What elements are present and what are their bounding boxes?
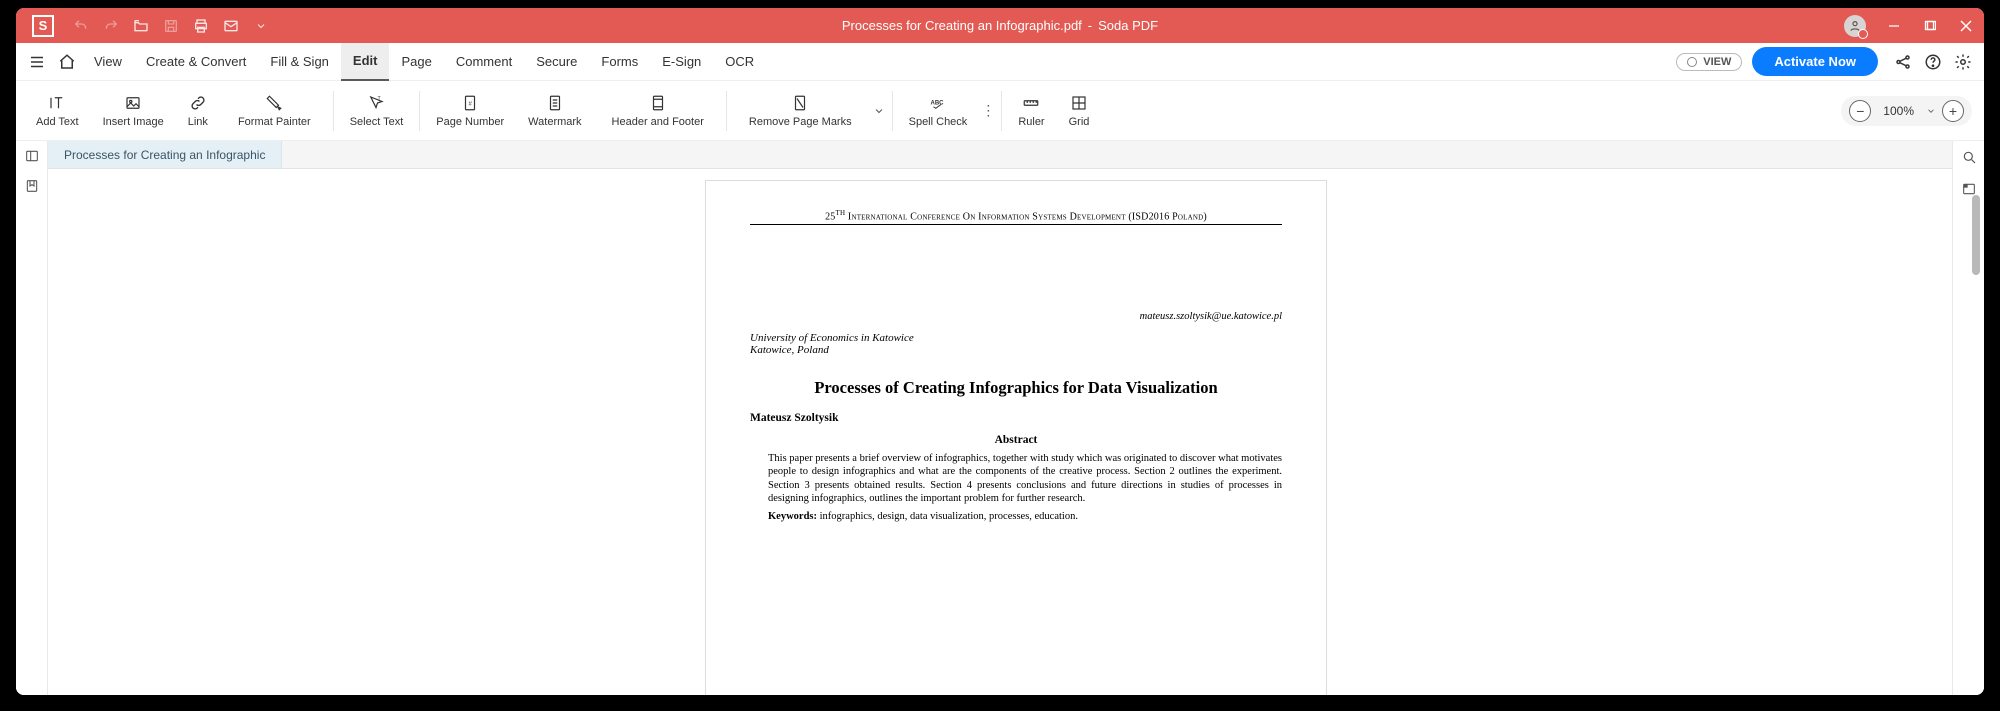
- tool-format-painter[interactable]: Format Painter: [220, 81, 329, 141]
- zoom-in-button[interactable]: +: [1942, 100, 1964, 122]
- bookmark-icon[interactable]: [16, 171, 48, 201]
- author-email: mateusz.szoltysik@ue.katowice.pl: [750, 311, 1282, 322]
- open-icon[interactable]: [126, 8, 156, 43]
- svg-text:#: #: [469, 101, 473, 107]
- quickbar-more-icon[interactable]: [246, 8, 276, 43]
- paper-title: Processes of Creating Infographics for D…: [750, 378, 1282, 398]
- settings-icon[interactable]: [1948, 43, 1978, 81]
- tool-label: Add Text: [36, 116, 79, 128]
- menu-edit[interactable]: Edit: [341, 43, 390, 81]
- tool-add-text[interactable]: Add Text: [24, 81, 91, 141]
- pdf-page: 25TH International Conference On Informa…: [706, 181, 1326, 695]
- menu-secure[interactable]: Secure: [524, 43, 589, 81]
- tool-header-footer[interactable]: Header and Footer: [594, 81, 722, 141]
- print-icon[interactable]: [186, 8, 216, 43]
- tool-label: Remove Page Marks: [749, 116, 852, 128]
- account-avatar[interactable]: [1844, 15, 1866, 37]
- separator: [892, 91, 893, 131]
- spell-check-more[interactable]: ⋮: [979, 102, 997, 119]
- document-tab[interactable]: Processes for Creating an Infographic: [48, 141, 282, 168]
- menu-view[interactable]: View: [82, 43, 134, 81]
- app-name: Soda PDF: [1098, 18, 1158, 33]
- tool-label: Page Number: [436, 116, 504, 128]
- doc-filename: Processes for Creating an Infographic.pd…: [842, 18, 1082, 33]
- tool-remove-page-marks[interactable]: Remove Page Marks: [731, 81, 870, 141]
- remove-marks-dropdown[interactable]: [870, 105, 888, 117]
- close-button[interactable]: [1948, 8, 1984, 43]
- help-icon[interactable]: [1918, 43, 1948, 81]
- separator: [333, 91, 334, 131]
- tool-page-number[interactable]: # Page Number: [424, 81, 516, 141]
- menu-fill-sign[interactable]: Fill & Sign: [258, 43, 341, 81]
- menu-create-convert[interactable]: Create & Convert: [134, 43, 258, 81]
- tool-watermark[interactable]: Watermark: [516, 81, 593, 141]
- svg-text:ABC: ABC: [930, 100, 944, 106]
- tool-label: Select Text: [350, 116, 404, 128]
- menu-ocr[interactable]: OCR: [713, 43, 766, 81]
- home-icon[interactable]: [52, 43, 82, 81]
- menu-esign[interactable]: E-Sign: [650, 43, 713, 81]
- menu-forms[interactable]: Forms: [589, 43, 650, 81]
- abstract-heading: Abstract: [750, 434, 1282, 446]
- scrollbar-thumb[interactable]: [1972, 195, 1980, 275]
- affiliation-line: Katowice, Poland: [750, 344, 1282, 356]
- view-toggle[interactable]: VIEW: [1676, 53, 1742, 71]
- keywords-line: Keywords: infographics, design, data vis…: [768, 511, 1282, 522]
- paper-author: Mateusz Szoltysik: [750, 412, 1282, 424]
- title-separator: -: [1088, 18, 1092, 33]
- app-logo[interactable]: S: [32, 15, 54, 37]
- separator: [726, 91, 727, 131]
- separator: [1001, 91, 1002, 131]
- tool-label: Spell Check: [909, 116, 968, 128]
- tool-link[interactable]: Link: [176, 81, 220, 141]
- tool-label: Link: [188, 116, 208, 128]
- tool-ruler[interactable]: Ruler: [1006, 81, 1056, 141]
- tool-label: Grid: [1069, 116, 1090, 128]
- maximize-button[interactable]: [1912, 8, 1948, 43]
- menu-comment[interactable]: Comment: [444, 43, 524, 81]
- tool-spell-check[interactable]: ABC Spell Check: [897, 81, 980, 141]
- tool-label: Watermark: [528, 116, 581, 128]
- scrollbar[interactable]: [1972, 175, 1982, 695]
- tool-label: Insert Image: [103, 116, 164, 128]
- hamburger-icon[interactable]: [22, 43, 52, 81]
- zoom-out-button[interactable]: −: [1849, 100, 1871, 122]
- minimize-button[interactable]: [1876, 8, 1912, 43]
- tool-label: Ruler: [1018, 116, 1044, 128]
- mail-icon[interactable]: [216, 8, 246, 43]
- tool-label: Format Painter: [238, 116, 311, 128]
- save-icon[interactable]: [156, 8, 186, 43]
- radio-dot-icon: [1687, 57, 1697, 67]
- abstract-text: This paper presents a brief overview of …: [768, 452, 1282, 505]
- redo-icon[interactable]: [96, 8, 126, 43]
- conference-header: 25TH International Conference On Informa…: [750, 209, 1282, 225]
- tool-label: Header and Footer: [612, 116, 704, 128]
- menu-page[interactable]: Page: [389, 43, 443, 81]
- view-toggle-label: VIEW: [1703, 56, 1731, 68]
- panel-toggle-icon[interactable]: [16, 141, 48, 171]
- tool-grid[interactable]: Grid: [1057, 81, 1102, 141]
- zoom-level: 100%: [1877, 104, 1920, 118]
- tool-select-text[interactable]: T Select Text: [338, 81, 416, 141]
- share-icon[interactable]: [1888, 43, 1918, 81]
- tool-insert-image[interactable]: Insert Image: [91, 81, 176, 141]
- search-icon[interactable]: [1953, 141, 1984, 173]
- zoom-dropdown-icon[interactable]: [1926, 106, 1936, 116]
- separator: [419, 91, 420, 131]
- affiliation-line: University of Economics in Katowice: [750, 332, 1282, 344]
- activate-now-button[interactable]: Activate Now: [1752, 47, 1878, 76]
- undo-icon[interactable]: [66, 8, 96, 43]
